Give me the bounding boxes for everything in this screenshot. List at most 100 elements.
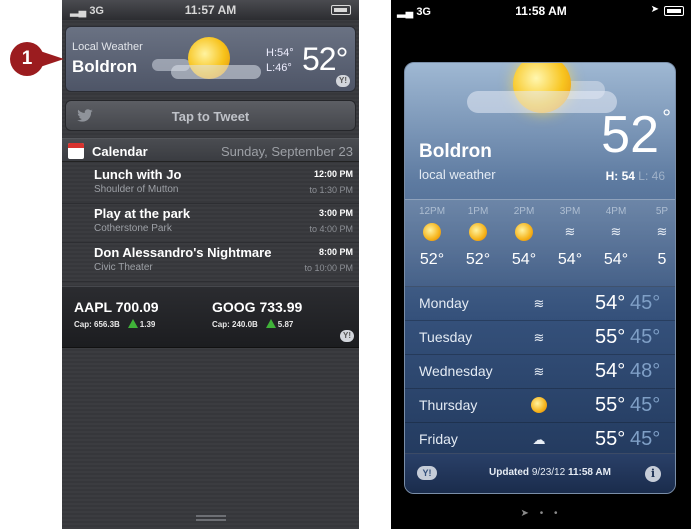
weather-city: Boldron <box>419 141 492 162</box>
forecast-row: Monday ≋ 54° 45° <box>405 287 675 321</box>
forecast-low: 45° <box>630 394 661 416</box>
cloud-wind-icon: ☁ <box>532 432 546 447</box>
stocks-widget[interactable]: AAPL 700.09 Cap: 656.3B 1.39 GOOG 733.99 … <box>62 286 359 348</box>
stock-name: AAPL 700.09 <box>74 299 159 315</box>
stock-cap-row: Cap: 656.3B 1.39 <box>74 319 159 329</box>
forecast-low: 45° <box>630 326 661 348</box>
hour-temp: 54° <box>603 251 629 268</box>
weather-widget[interactable]: Local Weather Boldron H:54° L:46° 52° Y! <box>65 26 356 92</box>
step-arrow-icon <box>40 51 64 67</box>
degree-icon: ° <box>662 105 671 130</box>
calendar-date: Sunday, September 23 <box>220 144 353 159</box>
calendar-event[interactable]: Lunch with Jo Shoulder of Mutton 12:00 P… <box>62 164 359 204</box>
hour-temp: 52° <box>419 251 445 268</box>
wind-icon: ≋ <box>656 224 668 239</box>
event-title: Lunch with Jo <box>94 167 182 182</box>
weather-hilo: H: 54 L: 46 <box>606 169 665 183</box>
calendar-title: Calendar <box>92 144 148 159</box>
cloud-icon <box>467 91 617 113</box>
event-start: 8:00 PM <box>318 247 353 257</box>
forecast-low: 45° <box>630 292 661 314</box>
forecast-high: 55° <box>595 428 626 450</box>
battery-icon <box>331 5 351 15</box>
event-end: to 4:00 PM <box>309 224 353 234</box>
stock-item[interactable]: GOOG 733.99 Cap: 240.0B 5.87 <box>212 299 302 329</box>
hour-item: 1PM 52° <box>455 206 501 269</box>
event-end: to 1:30 PM <box>309 185 353 195</box>
stock-cap: Cap: 656.3B <box>74 320 120 329</box>
yahoo-icon: Y! <box>336 75 350 87</box>
wind-icon: ≋ <box>610 224 622 239</box>
weather-source: Local Weather <box>72 41 143 53</box>
forecast-row: Wednesday ≋ 54° 48° <box>405 355 675 389</box>
forecast-row: Friday ☁ 55° 45° <box>405 423 675 457</box>
arrow-up-icon <box>265 319 276 328</box>
hour-label: 1PM <box>467 206 489 217</box>
weather-subtitle: local weather <box>419 167 496 182</box>
tap-to-tweet-button[interactable]: Tap to Tweet <box>65 100 356 131</box>
wind-icon: ≋ <box>533 330 545 345</box>
event-location: Cotherstone Park <box>94 223 172 234</box>
wind-icon: ≋ <box>533 364 545 379</box>
cloud-icon <box>171 65 261 79</box>
event-end: to 10:00 PM <box>304 263 353 273</box>
forecast-day: Friday <box>419 431 458 447</box>
weather-current-temp: 52° <box>302 41 348 77</box>
event-location: Shoulder of Mutton <box>94 184 179 195</box>
forecast-day: Wednesday <box>419 363 493 379</box>
status-bar: ▂▄ 3G 11:57 AM <box>62 0 359 20</box>
hour-label: 5P <box>655 206 669 217</box>
forecast-high: 55° <box>595 326 626 348</box>
sun-cloud-icon <box>469 223 487 241</box>
page-indicator-icon[interactable]: ➤ • • <box>391 508 691 519</box>
tweet-label: Tap to Tweet <box>171 109 250 124</box>
status-time: 11:58 AM <box>515 4 567 18</box>
calendar-icon <box>68 143 84 159</box>
stock-item[interactable]: AAPL 700.09 Cap: 656.3B 1.39 <box>74 299 159 329</box>
hour-item: 12PM 52° <box>409 206 455 269</box>
weather-card[interactable]: Boldron local weather 52 ° H: 54 L: 46 1… <box>404 62 676 494</box>
hour-label: 12PM <box>418 206 446 217</box>
calendar-header: Calendar Sunday, September 23 <box>62 138 359 162</box>
hour-label: 4PM <box>605 206 627 217</box>
notification-center-screen: ▂▄ 3G 11:57 AM Local Weather Boldron H:5… <box>62 0 359 529</box>
hour-temp: 5 <box>657 251 667 268</box>
event-title: Don Alessandro's Nightmare <box>94 245 272 260</box>
event-title: Play at the park <box>94 206 191 221</box>
battery-icon <box>664 6 684 16</box>
pull-handle-icon[interactable] <box>196 515 226 523</box>
forecast-day: Tuesday <box>419 329 473 345</box>
forecast-high: 55° <box>595 394 626 416</box>
calendar-event[interactable]: Don Alessandro's Nightmare Civic Theater… <box>62 242 359 282</box>
sun-cloud-icon <box>423 223 441 241</box>
hourly-forecast[interactable]: 12PM 52° 1PM 52° 2PM 54° 3PM ≋ 54° 4PM ≋… <box>405 199 675 287</box>
hour-item: 3PM ≋ 54° <box>547 206 593 269</box>
forecast-high: 54° <box>595 360 626 382</box>
updated-text: Updated 9/23/12 11:58 AM <box>465 467 635 478</box>
weather-footer: Y! Updated 9/23/12 11:58 AM i <box>405 453 675 493</box>
calendar-event[interactable]: Play at the park Cotherstone Park 3:00 P… <box>62 203 359 243</box>
location-arrow-icon: ➤ <box>650 4 659 15</box>
stock-cap: Cap: 240.0B <box>212 320 258 329</box>
hour-temp: 54° <box>511 251 537 268</box>
weather-current-temp: 52 <box>601 106 659 164</box>
hour-item: 5P ≋ 5 <box>639 206 675 269</box>
forecast-low: 45° <box>630 428 661 450</box>
arrow-up-icon <box>127 319 138 328</box>
sun-cloud-icon <box>515 223 533 241</box>
wind-icon: ≋ <box>533 296 545 311</box>
status-time: 11:57 AM <box>184 3 237 17</box>
event-start: 12:00 PM <box>313 169 353 179</box>
hour-item: 2PM 54° <box>501 206 547 269</box>
hour-temp: 54° <box>557 251 583 268</box>
forecast-row: Tuesday ≋ 55° 45° <box>405 321 675 355</box>
forecast-high: 54° <box>595 292 626 314</box>
event-location: Civic Theater <box>94 262 153 273</box>
weather-city: Boldron <box>72 57 138 76</box>
info-icon[interactable]: i <box>645 466 661 482</box>
updated-label: Updated <box>489 467 530 478</box>
forecast-low: 48° <box>630 360 661 382</box>
stock-name: GOOG 733.99 <box>212 299 303 315</box>
yahoo-icon[interactable]: Y! <box>417 466 437 480</box>
forecast-day: Monday <box>419 295 469 311</box>
